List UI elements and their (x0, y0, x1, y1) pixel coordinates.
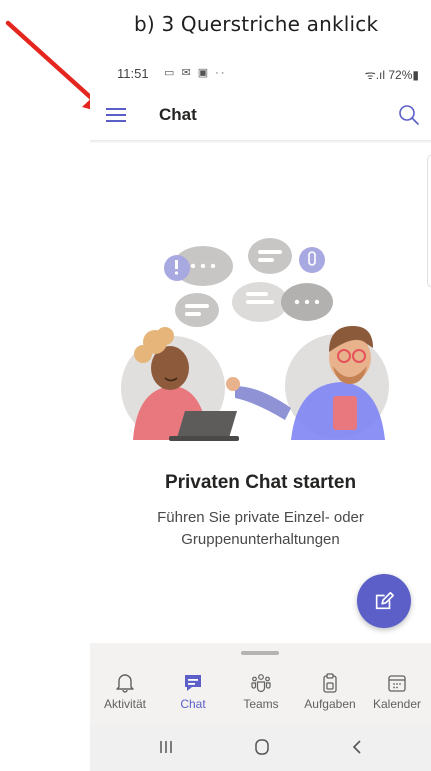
recent-apps-icon[interactable] (156, 737, 176, 757)
back-icon[interactable] (348, 737, 368, 757)
nav-label-calendar: Kalender (372, 697, 422, 711)
chat-icon (185, 675, 201, 691)
nav-item-chat[interactable]: Chat (162, 673, 224, 711)
nav-item-activity[interactable]: Aktivität (94, 673, 156, 711)
nav-item-calendar[interactable]: Kalender (366, 673, 428, 711)
bell-icon (116, 674, 134, 693)
page-title: Chat (159, 105, 197, 124)
empty-state-subtitle: Führen Sie private Einzel- oder Gruppenu… (90, 507, 431, 551)
empty-state-title: Privaten Chat starten (164, 472, 357, 493)
status-time: 11:51 (117, 66, 149, 81)
app-bar: Chat (90, 92, 431, 140)
home-icon[interactable] (252, 737, 272, 757)
teams-icon (251, 674, 271, 693)
android-system-navigation (90, 725, 431, 771)
compose-icon (375, 591, 394, 610)
subtitle-line-2: Gruppenunterhaltungen (181, 531, 340, 548)
instruction-caption: b) 3 Querstriche anklick (134, 12, 379, 36)
phone-screen: 11:51 ▭ ✉ ▣ ·· ᯤ.ıl 72%▮ Chat Privaten C… (90, 58, 431, 771)
nav-label-chat: Chat (180, 697, 206, 711)
bottom-navigation: Aktivität Chat Teams Aufgaben Kalender (90, 643, 431, 725)
drag-handle[interactable] (241, 651, 279, 655)
nav-item-tasks[interactable]: Aufgaben (299, 673, 361, 711)
search-icon[interactable] (397, 103, 421, 127)
status-bar: 11:51 ▭ ✉ ▣ ·· ᯤ.ıl 72%▮ (90, 58, 431, 92)
calendar-icon (388, 675, 406, 692)
nav-item-teams[interactable]: Teams (230, 673, 292, 711)
notification-icons: ▭ ✉ ▣ ·· (164, 67, 227, 79)
app-bar-divider (90, 140, 431, 143)
tasks-icon (323, 673, 337, 693)
partial-card-edge (427, 154, 431, 288)
hamburger-menu-icon[interactable] (106, 104, 128, 126)
nav-label-teams: Teams (243, 697, 279, 711)
new-chat-button[interactable] (357, 574, 411, 628)
chat-illustration (121, 238, 389, 441)
battery-signal-indicator: ᯤ.ıl 72%▮ (364, 68, 419, 82)
nav-label-tasks: Aufgaben (304, 697, 356, 711)
nav-label-activity: Aktivität (103, 697, 146, 711)
subtitle-line-1: Führen Sie private Einzel- oder (157, 509, 364, 526)
